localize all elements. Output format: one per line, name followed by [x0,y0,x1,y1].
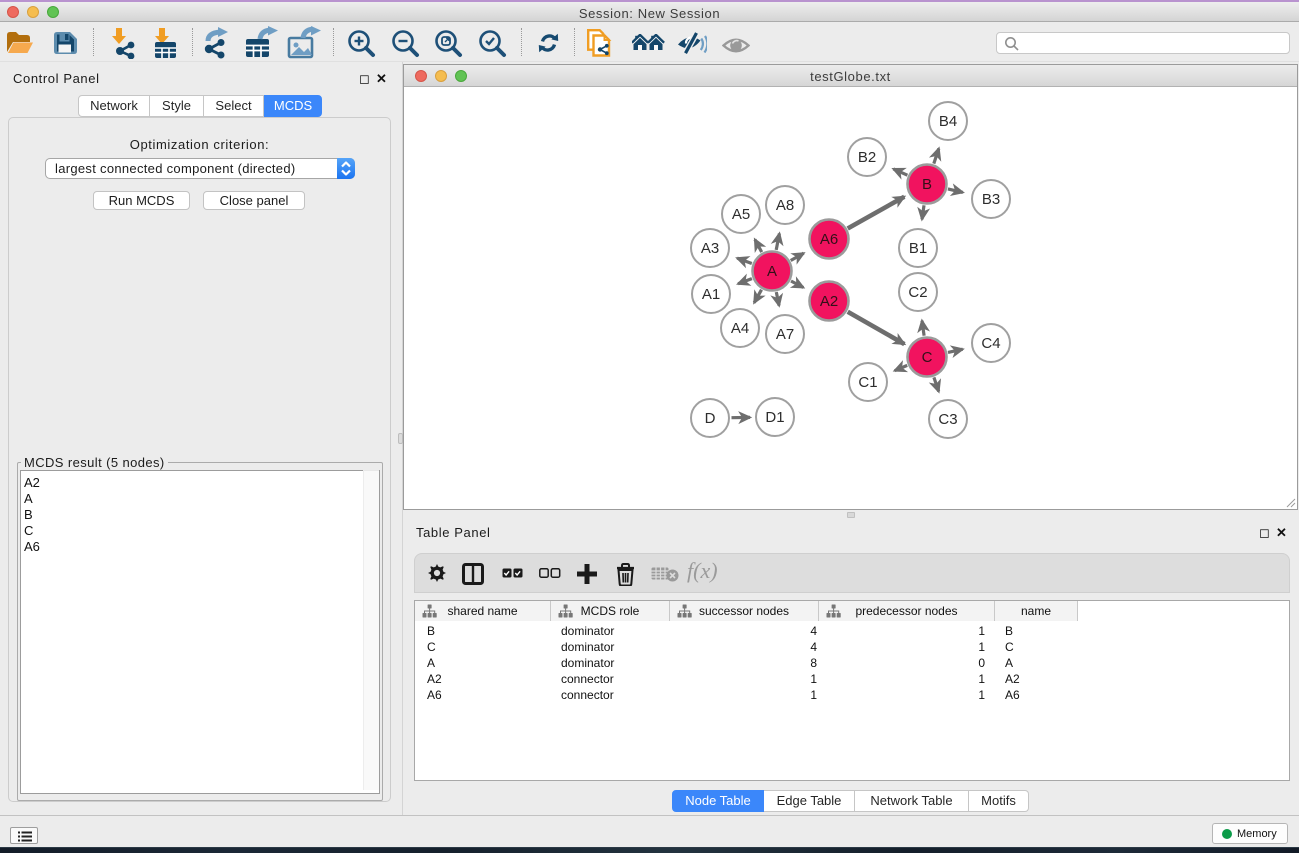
svg-text:A6: A6 [820,231,838,248]
svg-text:B3: B3 [982,191,1000,208]
svg-text:A4: A4 [731,320,749,337]
svg-text:A1: A1 [702,286,720,303]
svg-text:B2: B2 [858,149,876,166]
svg-text:A3: A3 [701,240,719,257]
svg-text:B1: B1 [909,240,927,257]
svg-text:C1: C1 [858,374,877,391]
svg-text:C2: C2 [908,284,927,301]
svg-text:A: A [767,263,777,280]
svg-text:B: B [922,176,932,193]
svg-text:A7: A7 [776,326,794,343]
svg-text:D: D [705,410,716,427]
svg-text:A2: A2 [820,293,838,310]
svg-text:B4: B4 [939,113,957,130]
svg-text:D1: D1 [765,409,784,426]
svg-text:A8: A8 [776,197,794,214]
svg-text:A5: A5 [732,206,750,223]
svg-text:C: C [922,349,933,366]
svg-text:C4: C4 [981,335,1000,352]
svg-text:C3: C3 [938,411,957,428]
